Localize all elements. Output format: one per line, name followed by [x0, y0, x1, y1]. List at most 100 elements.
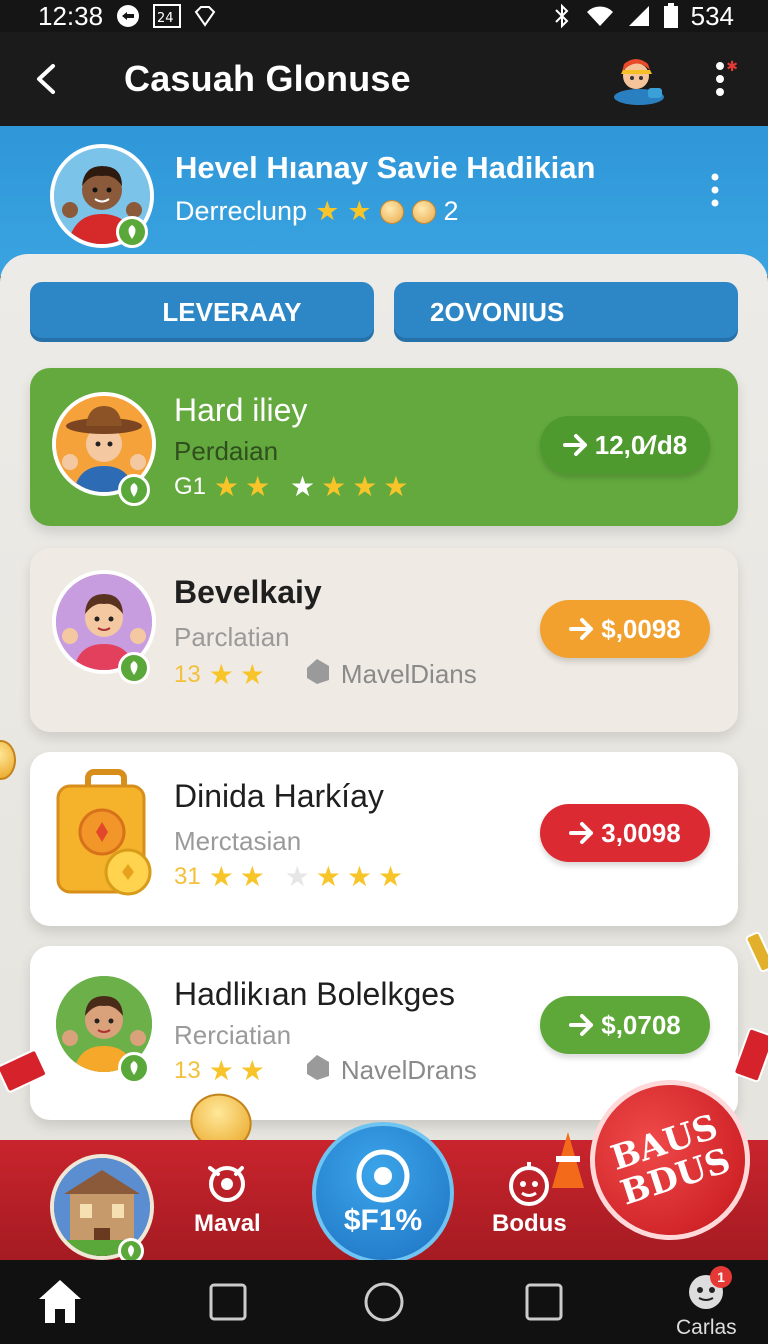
arrow-right-icon [569, 1014, 594, 1036]
profile-name: Hevel Hıanay Savie Hadikian [175, 150, 596, 185]
gallery-icon: 24 [153, 4, 182, 28]
diamond-icon [193, 5, 217, 27]
arrow-right-icon [569, 822, 594, 844]
profile-more-button[interactable] [700, 168, 730, 212]
refresh-icon [208, 1166, 246, 1202]
card-meta: 31 ★★ ★★★★ [174, 860, 409, 893]
card-meta-prefix: 13 [174, 1056, 201, 1084]
user-avatar-button[interactable] [612, 52, 666, 106]
rating-stars: ★★ [208, 1055, 271, 1086]
rating-stars: ★★ ★★★★ [208, 861, 410, 892]
bluetooth-icon [551, 3, 573, 29]
leaf-icon [130, 483, 138, 497]
verified-badge [118, 652, 150, 684]
list-card[interactable]: Bevelkaiy Parclatian 13 ★★ MavelDians $,… [30, 548, 738, 732]
card-meta: 13 ★★ NavelDrans [174, 1052, 477, 1089]
verified-badge [116, 216, 148, 248]
notification-count-badge: 1 [710, 1266, 732, 1288]
svg-text:24: 24 [157, 11, 174, 26]
bodus-label: Bodus [492, 1210, 567, 1237]
card-meta-prefix: 13 [174, 660, 201, 688]
tab-2ovonius[interactable]: 2OVONIUS [394, 282, 738, 342]
battery-icon [663, 3, 679, 29]
profile-subtitle-row: Derreclunp ★ ★ 2 [175, 196, 459, 227]
card-meta-extra: MavelDians [340, 659, 477, 689]
status-time: 12:38 [38, 0, 104, 31]
amount-button[interactable]: 3,0098 [540, 804, 710, 862]
card-subtitle: Merctasian [174, 826, 302, 856]
tag-icon [303, 656, 333, 693]
face-icon [509, 1162, 550, 1206]
card-subtitle: Parclatian [174, 622, 290, 652]
arrow-right-icon [562, 434, 587, 456]
coin-icon [379, 199, 404, 224]
app-title: Casuah Glonuse [124, 58, 411, 99]
square-icon [209, 1283, 247, 1321]
home-icon [39, 1280, 81, 1323]
card-title: Hard iliey [174, 392, 308, 428]
card-meta-prefix: 31 [174, 862, 201, 890]
home-nav-button[interactable] [36, 1274, 84, 1328]
back-nav-button[interactable] [520, 1278, 568, 1326]
signal-icon [627, 4, 651, 28]
card-subtitle: Rerciatian [174, 1020, 292, 1050]
leaf-icon [128, 225, 136, 239]
vertical-dots-icon [716, 62, 724, 96]
circle-home-icon [364, 1282, 404, 1322]
target-icon [356, 1149, 410, 1203]
amount-value: 3,0098 [601, 817, 681, 848]
wifi-icon [585, 4, 615, 28]
status-bar: 12:38 24 534 [0, 0, 768, 32]
card-title: Bevelkaiy [174, 574, 322, 610]
star-icon: ★ [347, 196, 372, 226]
profile-nav-button[interactable]: 1 [686, 1266, 732, 1312]
amount-value: $,0098 [601, 613, 681, 644]
card-meta: G1 ★★ ★★★★ [174, 470, 414, 503]
profile-nav-label: Carlas [676, 1316, 737, 1339]
leaf-icon [128, 1245, 134, 1257]
card-meta-extra: NavelDrans [340, 1055, 477, 1085]
rating-stars: ★★ ★★★★ [214, 471, 415, 502]
coin-icon [411, 199, 436, 224]
arrow-right-icon [569, 618, 594, 640]
card-title: Dinida Harkíay [174, 778, 384, 814]
leaf-icon [130, 661, 138, 675]
maval-button[interactable]: Maval [194, 1160, 261, 1238]
vertical-dots-icon [711, 173, 719, 207]
spin-label: $F1% [343, 1204, 423, 1237]
avatar-character-icon [614, 59, 664, 105]
arrow-left-icon [37, 64, 55, 94]
maval-label: Maval [194, 1210, 261, 1237]
tab-leveraay[interactable]: LEVERAAY [30, 282, 374, 342]
notification-icon [115, 3, 141, 29]
cone-icon [548, 1130, 588, 1199]
amount-value: 12,0⁄/d8 [594, 429, 688, 460]
list-card[interactable]: Hard iliey Perdaian G1 ★★ ★★★★ 12,0⁄/d8 [30, 368, 738, 526]
square-icon [525, 1283, 563, 1321]
app-bar: Casuah Glonuse ✱ [0, 32, 768, 126]
amount-button[interactable]: $,0098 [540, 600, 710, 658]
amount-button[interactable]: $,0708 [540, 996, 710, 1054]
recents-nav-button[interactable] [204, 1278, 252, 1326]
spin-button[interactable]: $F1% [312, 1122, 454, 1264]
card-title: Hadlikıan Bolelkges [174, 976, 456, 1012]
back-button[interactable] [0, 32, 94, 126]
star-icon: ★ [315, 196, 340, 226]
amount-value: $,0708 [601, 1009, 681, 1040]
card-subtitle: Perdaian [174, 436, 279, 466]
leaf-icon [130, 1061, 138, 1075]
list-card[interactable]: Dinida Harkíay Merctasian 31 ★★ ★★★★ 3,0… [30, 752, 738, 926]
rating-stars: ★★ [208, 659, 271, 690]
amount-button[interactable]: 12,0⁄/d8 [540, 416, 710, 474]
verified-badge [118, 1052, 150, 1084]
battery-level: 534 [690, 0, 734, 31]
card-meta-prefix: G1 [174, 472, 207, 500]
profile-coin-count: 2 [443, 196, 459, 226]
circle-nav-button[interactable] [360, 1278, 408, 1326]
card-meta: 13 ★★ MavelDians [174, 656, 477, 693]
overflow-menu-button[interactable]: ✱ [700, 54, 740, 104]
verified-badge [118, 474, 150, 506]
tag-icon [303, 1052, 333, 1089]
notification-dot: ✱ [726, 58, 738, 74]
suitcase-icon [52, 768, 162, 908]
